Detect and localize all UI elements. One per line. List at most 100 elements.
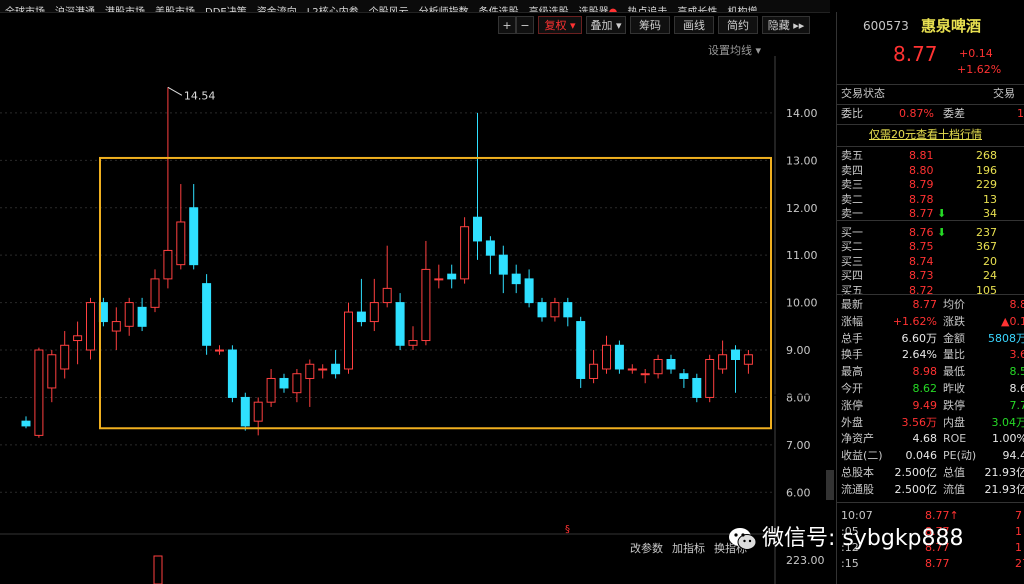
candle-body (421, 268, 431, 342)
stats-row: 最高 8.98 最低 8.5 (837, 364, 1024, 380)
tick-volume: 1 (1015, 525, 1022, 538)
chips-button[interactable]: 筹码 (630, 16, 670, 34)
candle-body (369, 302, 379, 323)
candle-body (447, 273, 457, 280)
stats-row: 净资产 4.68 ROE 1.00% (837, 431, 1024, 447)
weicha-label: 委差 (943, 107, 965, 120)
high-annotation-label: 14.54 (184, 89, 216, 102)
stat-label: 昨收 (943, 382, 965, 395)
stat-label: 总股本 (841, 466, 874, 479)
candle-body (344, 311, 353, 370)
stat-value: 8.8 (1009, 298, 1024, 311)
simple-mode-button[interactable]: 简约 (718, 16, 758, 34)
new-dot-icon: ● (608, 7, 618, 13)
y-tick-label: 8.00 (786, 391, 811, 404)
y-tick-label: 13.00 (786, 154, 818, 167)
stats-row: 最新 8.77 均价 8.8 (837, 297, 1024, 313)
stat-label: 最新 (841, 298, 863, 311)
stat-value: 8.98 (912, 365, 938, 379)
stat-value: 3.56万 (901, 415, 938, 429)
candle-body (640, 373, 650, 376)
topnav-item-8[interactable]: 分析师指数 (414, 7, 474, 12)
topnav-item-1[interactable]: 沪深港通 (50, 7, 100, 12)
topnav-item-3[interactable]: 美股市场 (150, 7, 200, 12)
candle-body (266, 377, 276, 403)
candle-body (602, 344, 611, 370)
candle-body (666, 359, 676, 370)
stat-value: 21.93亿 (984, 482, 1024, 496)
topnav-item-14[interactable]: 机构增 (722, 7, 762, 12)
candle-body (47, 354, 57, 389)
candle-body (253, 401, 263, 422)
y-tick-label: 14.00 (786, 107, 818, 120)
highlight-box (99, 156, 772, 430)
stat-value: 8.6 (1009, 382, 1024, 395)
stock-code: 600573 (863, 19, 909, 33)
zoom-in-button[interactable]: + (498, 16, 516, 34)
stats-row: 外盘 3.56万 内盘 3.04万 (837, 415, 1024, 431)
stat-value: 2.500亿 (894, 466, 938, 479)
stat-value: 3.6 (1009, 348, 1024, 362)
overlay-button[interactable]: 叠加 ▾ (586, 16, 626, 34)
wechat-icon (729, 528, 757, 550)
stat-value: 4.68 (912, 432, 938, 446)
topnav-item-12[interactable]: 热点追击 (622, 7, 672, 12)
topnav-item-11[interactable]: 选股器● (574, 7, 623, 13)
stats-row: 今开 8.62 昨收 8.6 (837, 381, 1024, 397)
candle-body (679, 373, 689, 379)
change-params-button[interactable]: 改参数 (630, 540, 663, 556)
stats-row: 涨幅 +1.62% 涨跌 ▲0.1 (837, 314, 1024, 330)
topnav-item-0[interactable]: 全球市场 (0, 7, 50, 12)
kline-chart[interactable]: 14.00 13.00 12.00 11.00 10.00 9.00 8.00 7.00 6.0… (0, 56, 830, 584)
candle-body (563, 302, 573, 318)
stat-label: 收益(二) (841, 449, 883, 463)
stat-value: 2.500亿 (894, 482, 938, 496)
stat-label: 换手 (841, 348, 863, 362)
add-indicator-button[interactable]: 加指标 (672, 540, 705, 556)
panel-toggle-handle[interactable] (826, 470, 834, 500)
candle-body (460, 226, 470, 280)
stat-value: 8.62 (912, 382, 938, 395)
topnav-item-2[interactable]: 港股市场 (100, 7, 150, 12)
stat-label: 最低 (943, 365, 965, 379)
candle-body (627, 368, 637, 371)
topnav-item-13[interactable]: 高成长性 (672, 7, 722, 12)
candle-body (215, 349, 224, 352)
stats-row: 总股本 2.500亿 总值 21.93亿 (837, 465, 1024, 481)
stat-value: 3.04万 (991, 415, 1024, 429)
topnav-item-4[interactable]: DDE决策 (200, 7, 252, 12)
draw-line-button[interactable]: 画线 (674, 16, 714, 34)
weibi-value: 0.87% (899, 107, 934, 120)
level10-promo-link[interactable]: 仅需20元查看十档行情 (869, 127, 982, 143)
kline-svg: 14.00 13.00 12.00 11.00 10.00 9.00 8.00 7.00 6.0… (0, 56, 830, 584)
candle-body (227, 349, 237, 398)
candle-body (511, 273, 521, 285)
topnav-item-7[interactable]: 个股风云 (364, 7, 414, 12)
candle-body (614, 344, 624, 370)
zoom-out-button[interactable]: − (516, 16, 534, 34)
candle-body (576, 321, 586, 379)
volume-bar (153, 555, 163, 584)
stat-label: 跌停 (943, 398, 965, 412)
candle-body (73, 335, 83, 342)
stat-label: 今开 (841, 382, 863, 395)
fuquan-button[interactable]: 复权 ▾ (538, 16, 582, 34)
candle-body (731, 349, 740, 361)
dividend-marker-icon: § (565, 524, 570, 535)
topnav-item-6[interactable]: L2核心内参 (302, 7, 364, 12)
topnav-item-10[interactable]: 高级选股 (524, 7, 574, 12)
candle-body (356, 311, 366, 323)
candle-body (705, 359, 715, 398)
hide-button[interactable]: 隐藏 ▸▸ (762, 16, 810, 34)
stat-value: 8.5 (1009, 365, 1024, 379)
stat-value: 0.046 (905, 449, 938, 463)
trade-status-label: 交易状态 (841, 87, 885, 100)
stat-value: 94.4 (1002, 449, 1024, 463)
stat-label: 涨停 (841, 398, 863, 412)
stat-value: 9.49 (912, 398, 938, 412)
topnav-item-9[interactable]: 条件选股 (474, 7, 524, 12)
stat-value: ▲0.1 (1001, 314, 1024, 328)
stat-label: 流通股 (841, 482, 874, 496)
topnav-item-5[interactable]: 资金流向 (252, 7, 302, 12)
stat-value: 7.7 (1009, 398, 1024, 412)
